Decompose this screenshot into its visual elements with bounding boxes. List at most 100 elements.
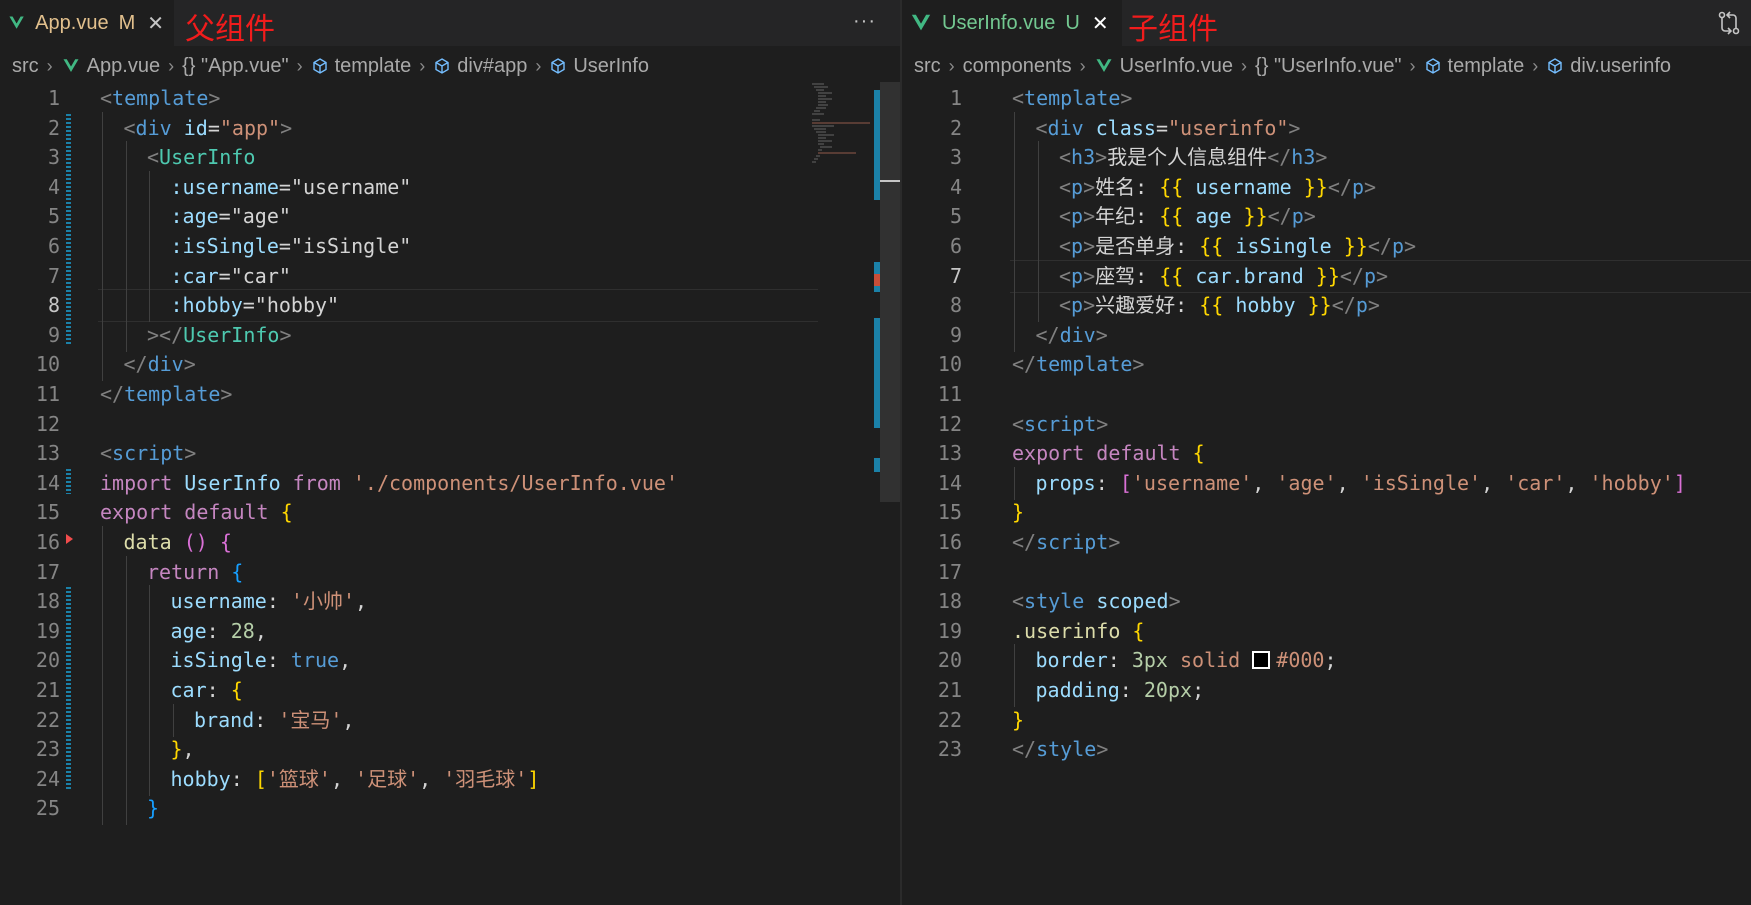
code-token: '篮球' [266, 766, 331, 791]
code-line[interactable]: 23}, [0, 733, 900, 767]
breadcrumb-item[interactable]: components [963, 55, 1072, 78]
code-token: }} [1303, 174, 1328, 199]
vertical-scrollbar[interactable] [880, 82, 900, 502]
code-line[interactable]: 6:isSingle="isSingle" [0, 230, 900, 263]
code-text: } [147, 792, 159, 825]
code-line[interactable]: 1 <template> [0, 82, 900, 115]
code-token: > [1096, 411, 1109, 436]
code-line[interactable]: 3 <UserInfo [0, 141, 900, 175]
breadcrumb-item[interactable]: {} "UserInfo.vue" [1255, 55, 1402, 78]
code-line[interactable]: 11 </template> [0, 378, 900, 411]
compare-changes-icon[interactable] [1717, 10, 1741, 36]
breadcrumb-item[interactable]: src [914, 55, 941, 78]
line-number: 4 [949, 174, 962, 199]
code-line[interactable]: 17 [902, 556, 1751, 589]
code-line[interactable]: 4:username="username" [0, 170, 900, 204]
code-line[interactable]: 14 import UserInfo from './components/Use… [0, 467, 900, 500]
gutter-deletion-marker[interactable] [66, 534, 73, 544]
code-line[interactable]: 17 return { [0, 555, 900, 589]
code-token: < [1059, 293, 1072, 318]
indent-guide [102, 348, 103, 382]
code-line[interactable]: 11 [902, 378, 1751, 411]
right-editor-pane[interactable]: UserInfo.vue U ✕ 子组件 src › components › User… [902, 0, 1751, 905]
code-line[interactable]: 19 age: 28, [0, 614, 900, 648]
code-line[interactable]: 22 brand: '宝马', [0, 703, 900, 737]
overview-ruler-error [874, 274, 880, 286]
code-line[interactable]: 2 <div id="app"> [0, 111, 900, 145]
code-line[interactable]: 15 export default { [0, 496, 900, 529]
code-line[interactable]: 6 <p>是否单身: {{ isSingle }}</p> [902, 230, 1751, 263]
code-line[interactable]: 12 [0, 408, 900, 441]
gutter-change-marker[interactable] [66, 587, 71, 791]
code-line[interactable]: 16 data () { [0, 526, 900, 559]
code-line[interactable]: 23 </style> [902, 733, 1751, 766]
code-line[interactable]: 13 <script> [0, 437, 900, 470]
code-line[interactable]: 18 username: '小帅', [0, 585, 900, 619]
code-line[interactable]: 15} [902, 496, 1751, 529]
indent-guide [149, 200, 150, 234]
code-line[interactable]: 4 <p>姓名: {{ username }}</p> [902, 170, 1751, 204]
breadcrumb-item[interactable]: template [1424, 55, 1524, 78]
overview-ruler-change [874, 318, 880, 428]
code-area[interactable]: 1 <template> 2 <div id="app"> 3 <UserInfo 4:us… [0, 82, 900, 905]
code-line[interactable]: 8:hobby="hobby" [0, 289, 900, 323]
breadcrumb-item[interactable]: {} "App.vue" [182, 55, 289, 78]
close-icon[interactable]: ✕ [1092, 11, 1109, 36]
code-line[interactable]: 8 <p>兴趣爱好: {{ hobby }}</p> [902, 289, 1751, 323]
code-token: { [280, 500, 293, 525]
gutter-change-marker[interactable] [66, 113, 71, 347]
code-line[interactable]: 7 <p>座驾: {{ car.brand }}</p> [902, 259, 1751, 293]
code-text: </div> [124, 348, 196, 381]
tab-app-vue[interactable]: App.vue M ✕ [0, 0, 174, 46]
breadcrumb-item[interactable]: UserInfo.vue [1094, 55, 1233, 78]
gutter-change-marker[interactable] [66, 468, 71, 495]
symbol-icon [311, 57, 329, 75]
breadcrumb-label: div#app [457, 54, 528, 77]
breadcrumb-item[interactable]: template [311, 55, 411, 78]
code-line[interactable]: 14 props: ['username', 'age', 'isSingle',… [902, 466, 1751, 500]
code-line[interactable]: 16 </script> [902, 526, 1751, 559]
code-line[interactable]: 9 </div> [902, 318, 1751, 352]
breadcrumb-item[interactable]: src [12, 55, 39, 78]
close-icon[interactable]: ✕ [147, 11, 164, 36]
code-line[interactable]: 21 car: { [0, 674, 900, 707]
breadcrumb-label: {} "App.vue" [182, 54, 289, 77]
code-area[interactable]: 1 <template> 2 <div class="userinfo"> 3 <h3>我… [902, 82, 1751, 905]
code-line[interactable]: 18 <style scoped> [902, 585, 1751, 618]
color-swatch-icon[interactable] [1252, 651, 1271, 670]
code-line[interactable]: 25} [0, 792, 900, 826]
code-text: hobby: ['篮球', '足球', '羽毛球'] [171, 763, 540, 796]
code-text: data () { [124, 526, 232, 559]
code-line[interactable]: 10 </template> [902, 348, 1751, 381]
breadcrumb-item[interactable]: App.vue [61, 55, 160, 78]
code-line[interactable]: 1 <template> [902, 82, 1751, 115]
breadcrumb-item[interactable]: div#app [433, 55, 527, 78]
breadcrumb-item[interactable]: div.userinfo [1546, 55, 1671, 78]
code-line[interactable]: 10 </div> [0, 348, 900, 382]
code-line[interactable]: 5 <p>年纪: {{ age }}</p> [902, 200, 1751, 234]
minimap[interactable] [810, 82, 880, 202]
code-line[interactable]: 22} [902, 704, 1751, 737]
code-line[interactable]: 3 <h3>我是个人信息组件</h3> [902, 141, 1751, 175]
code-line[interactable]: 21 padding: 20px; [902, 674, 1751, 707]
code-line[interactable]: 12 <script> [902, 408, 1751, 441]
breadcrumb-item[interactable]: UserInfo [549, 55, 649, 78]
code-line[interactable]: 9 ></UserInfo> [0, 318, 900, 352]
code-line[interactable]: 7:car="car" [0, 259, 900, 293]
code-token: </ [1327, 174, 1352, 199]
indent-guide [125, 762, 127, 796]
left-editor-pane[interactable]: App.vue M ✕ 父组件 ··· src › App.vue › {} "App.… [0, 0, 900, 905]
indent-guide [102, 555, 103, 589]
code-line[interactable]: 20 isSingle: true, [0, 644, 900, 678]
tab-userinfo-vue[interactable]: UserInfo.vue U ✕ [902, 0, 1122, 46]
indent-guide [1037, 170, 1039, 204]
code-line[interactable]: 20 border: 3px solid #000; [902, 644, 1751, 678]
code-line[interactable]: 24 hobby: ['篮球', '足球', '羽毛球'] [0, 762, 900, 796]
code-line[interactable]: 2 <div class="userinfo"> [902, 111, 1751, 145]
code-line[interactable]: 19 .userinfo { [902, 615, 1751, 648]
code-line[interactable]: 13 export default { [902, 437, 1751, 470]
code-line[interactable]: 5:age="age" [0, 200, 900, 234]
more-actions-icon[interactable]: ··· [853, 10, 876, 33]
indent-guide [125, 259, 127, 293]
